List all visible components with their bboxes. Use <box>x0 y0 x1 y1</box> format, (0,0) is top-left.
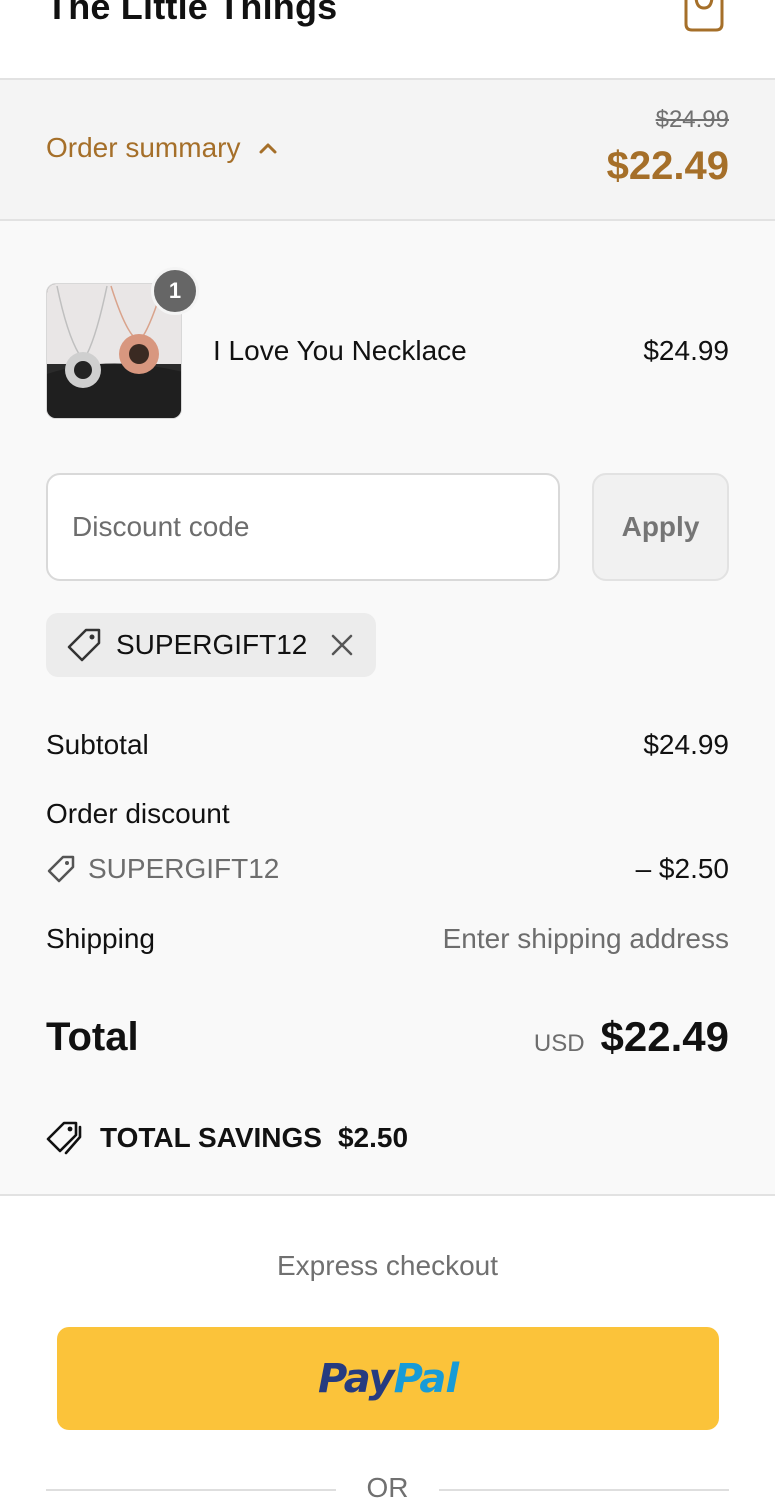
discount-code-input[interactable] <box>46 473 560 581</box>
product-name: I Love You Necklace <box>213 335 467 366</box>
order-summary-details: 1 I Love You Necklace $24.99 Apply SUPER… <box>0 221 775 1196</box>
shopping-bag-icon[interactable] <box>682 0 726 34</box>
original-price: $24.99 <box>655 106 729 133</box>
order-discount-value: – $2.50 <box>635 853 729 884</box>
express-checkout-label: Express checkout <box>277 1250 498 1281</box>
product-price: $24.99 <box>643 335 729 366</box>
order-discount-label: Order discount <box>46 798 230 829</box>
paypal-button[interactable]: PayPal <box>57 1327 719 1430</box>
order-summary-label: Order summary <box>46 132 241 163</box>
order-summary-bar[interactable]: Order summary $24.99 $22.49 <box>0 80 775 221</box>
order-discount-code-row: SUPERGIFT12 <box>46 853 279 885</box>
or-divider: OR <box>46 1470 729 1500</box>
tags-icon <box>46 1121 82 1155</box>
checkout-header: The Little Things <box>0 0 775 80</box>
store-title[interactable]: The Little Things <box>46 0 337 28</box>
currency-code: USD <box>533 1030 585 1057</box>
applied-discount-chip: SUPERGIFT12 <box>46 613 376 677</box>
paypal-logo: PayPal <box>317 1355 459 1402</box>
subtotal-value: $24.99 <box>643 729 729 760</box>
total-savings-label: TOTAL SAVINGS <box>100 1122 322 1153</box>
order-summary-toggle[interactable]: Order summary <box>46 132 280 164</box>
quantity-badge: 1 <box>151 267 199 315</box>
final-price: $22.49 <box>606 144 729 188</box>
total-amount: $22.49 <box>600 1013 729 1060</box>
divider-line <box>439 1489 729 1491</box>
total-label: Total <box>46 1015 139 1059</box>
order-discount-code: SUPERGIFT12 <box>88 853 280 884</box>
remove-discount-icon[interactable] <box>329 632 355 658</box>
shipping-label: Shipping <box>46 923 155 954</box>
total-amount-group: USD $22.49 <box>534 1013 729 1061</box>
applied-discount-code: SUPERGIFT12 <box>116 629 308 660</box>
product-thumbnail-wrap: 1 <box>46 267 199 419</box>
chevron-up-icon <box>259 143 277 154</box>
total-savings-row: TOTAL SAVINGS $2.50 <box>46 1119 408 1157</box>
tag-icon <box>67 628 101 662</box>
subtotal-label: Subtotal <box>46 729 149 760</box>
apply-discount-button[interactable]: Apply <box>592 473 729 581</box>
or-label: OR <box>366 1472 409 1500</box>
total-savings-value: $2.50 <box>337 1122 409 1153</box>
shipping-value: Enter shipping address <box>442 923 729 954</box>
tag-icon <box>47 855 75 883</box>
